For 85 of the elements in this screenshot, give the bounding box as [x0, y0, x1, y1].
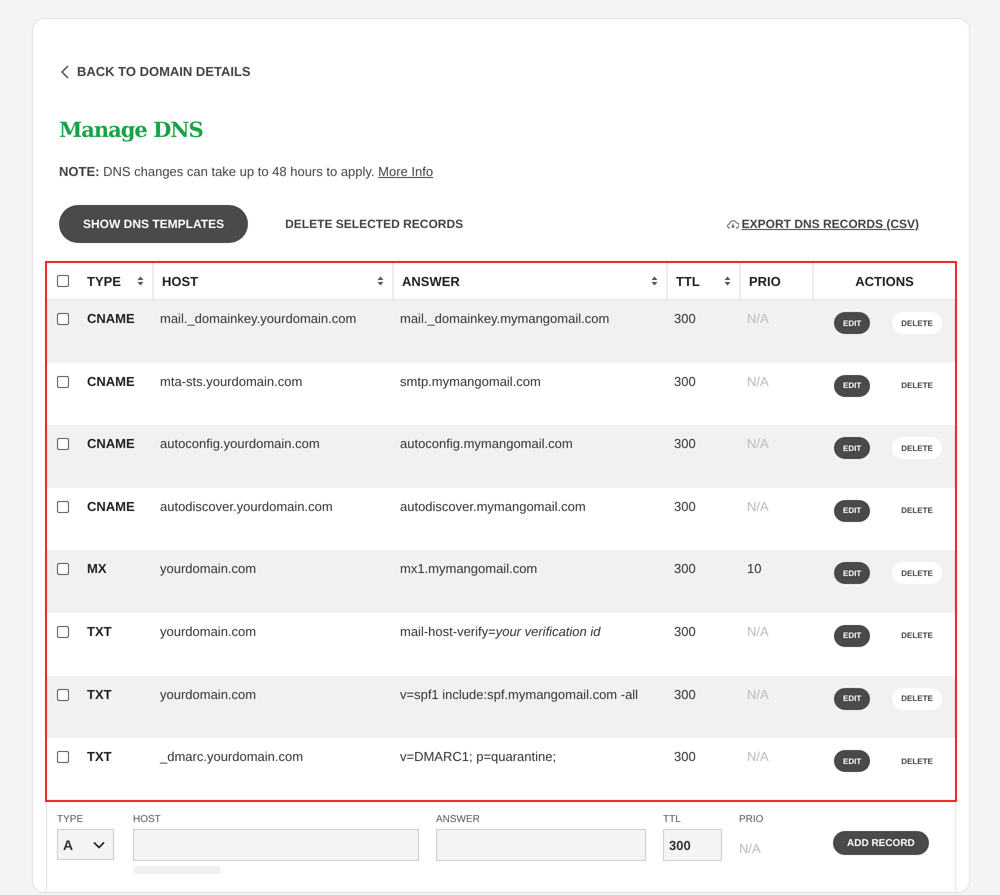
answer-input[interactable]	[436, 829, 646, 861]
checkbox[interactable]	[57, 275, 69, 287]
table-cell: 300	[674, 311, 696, 326]
cloud-download-icon	[726, 219, 739, 229]
table-cell: N/A	[747, 624, 769, 639]
column-header[interactable]: ANSWER	[402, 274, 460, 288]
ttl-input[interactable]: 300	[663, 829, 722, 861]
field-label: PRIO	[739, 814, 764, 825]
table-cell: 300	[674, 624, 696, 639]
edit-button[interactable]: EDIT	[834, 562, 870, 584]
field-label: ANSWER	[436, 814, 481, 825]
column-header: PRIO	[749, 274, 781, 288]
note-text: NOTE: DNS changes can take up to 48 hours to apply. More Info	[59, 164, 434, 179]
table-cell: MX	[87, 561, 106, 576]
edit-button[interactable]: EDIT	[834, 312, 870, 334]
column-header[interactable]: TTL	[676, 274, 700, 288]
table-cell: v=DMARC1; p=quarantine;	[400, 749, 556, 764]
table-cell: smtp.mymangomail.com	[400, 374, 541, 389]
add-record-button[interactable]: ADD RECORD	[833, 831, 929, 855]
table-cell: mail._domainkey.mymangomail.com	[400, 311, 610, 326]
table-cell: CNAME	[87, 498, 135, 514]
table-cell: autodiscover.yourdomain.com	[160, 498, 333, 514]
edit-button[interactable]: EDIT	[834, 500, 870, 522]
table-cell: 300	[674, 436, 696, 452]
table-cell: CNAME	[87, 374, 135, 389]
checkbox[interactable]	[57, 376, 69, 388]
checkbox[interactable]	[57, 563, 69, 576]
table-cell: mta-sts.yourdomain.com	[160, 374, 302, 389]
table-cell: yourdomain.com	[160, 686, 256, 702]
column-header: ACTIONS	[855, 274, 914, 288]
checkbox[interactable]	[57, 751, 69, 764]
table-cell: autoconfig.yourdomain.com	[160, 436, 320, 452]
table-cell: TXT	[87, 686, 112, 702]
table-cell: 10	[747, 561, 762, 576]
table-cell: _dmarc.yourdomain.com	[160, 749, 304, 764]
chevron-down-icon	[93, 840, 105, 848]
field-label: TTL	[663, 814, 682, 825]
show-templates-button[interactable]: SHOW DNS TEMPLATES	[59, 205, 248, 243]
back-link[interactable]: BACK TO DOMAIN DETAILS	[61, 64, 251, 79]
table-cell: autodiscover.mymangomail.com	[400, 498, 586, 514]
table-cell: 300	[674, 686, 696, 702]
more-info-link[interactable]: More Info	[378, 164, 434, 179]
edit-button[interactable]: EDIT	[834, 437, 870, 460]
table-cell: yourdomain.com	[160, 624, 256, 639]
delete-button[interactable]: DELETE	[892, 688, 942, 710]
table-cell: autoconfig.mymangomail.com	[400, 436, 573, 452]
type-dropdown[interactable]: A	[57, 829, 114, 860]
checkbox[interactable]	[57, 688, 69, 701]
table-cell: mx1.mymangomail.com	[400, 561, 538, 576]
field-label: HOST	[133, 814, 162, 825]
table-cell: TXT	[87, 749, 112, 764]
host-input[interactable]	[133, 829, 419, 861]
table-cell: mail-host-verify=your verification id	[400, 624, 600, 639]
table-cell: 300	[674, 749, 696, 764]
table-cell: 300	[674, 374, 696, 389]
edit-button[interactable]: EDIT	[834, 374, 870, 397]
table-cell: v=spf1 include:spf.mymangomail.com -all	[400, 686, 638, 702]
checkbox[interactable]	[57, 626, 69, 638]
column-header[interactable]: HOST	[162, 274, 198, 288]
column-header[interactable]: TYPE	[87, 274, 121, 288]
delete-button[interactable]: DELETE	[892, 562, 942, 584]
checkbox[interactable]	[57, 500, 69, 513]
table-cell: N/A	[747, 498, 769, 514]
delete-button[interactable]: DELETE	[892, 437, 942, 460]
page-title: Manage DNS	[59, 117, 204, 142]
table-cell: 300	[674, 561, 696, 576]
table-cell: 300	[674, 498, 696, 514]
table-cell: CNAME	[87, 311, 135, 326]
checkbox[interactable]	[57, 438, 69, 450]
edit-button[interactable]: EDIT	[834, 624, 870, 647]
export-link[interactable]: EXPORT DNS RECORDS (CSV)	[726, 217, 919, 231]
table-cell: TXT	[87, 624, 112, 639]
edit-button[interactable]: EDIT	[834, 688, 870, 710]
table-cell: yourdomain.com	[160, 561, 256, 576]
table-cell: CNAME	[87, 436, 135, 452]
delete-button[interactable]: DELETE	[892, 312, 942, 334]
chevron-left-icon	[61, 64, 69, 78]
delete-selected-button[interactable]: DELETE SELECTED RECORDS	[285, 217, 464, 231]
prio-value: N/A	[739, 841, 762, 856]
edit-button[interactable]: EDIT	[834, 750, 870, 772]
table-cell: N/A	[747, 374, 769, 389]
checkbox[interactable]	[57, 313, 69, 325]
table-cell: mail._domainkey.yourdomain.com	[160, 311, 356, 326]
table-cell: N/A	[747, 749, 769, 764]
field-label: TYPE	[57, 814, 84, 825]
